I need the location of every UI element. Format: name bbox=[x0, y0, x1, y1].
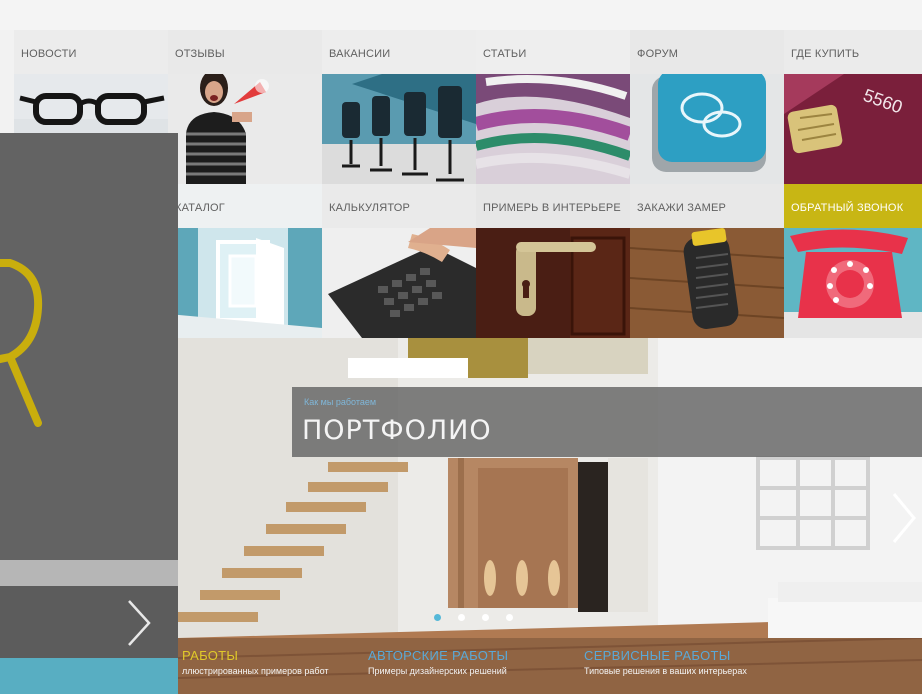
portfolio-subtitle: Как мы работаем bbox=[304, 397, 377, 407]
left-overlay-panel bbox=[0, 133, 178, 694]
magazine-icon bbox=[476, 74, 630, 184]
caption-author-works-subtitle: Примеры дизайнерских решений bbox=[368, 666, 507, 676]
left-panel-bottom-bar bbox=[0, 658, 178, 694]
chat-bubbles-icon bbox=[630, 74, 784, 184]
caption-works-subtitle: ллюстрированных примеров работ bbox=[182, 666, 329, 676]
left-panel-next-arrow-icon[interactable] bbox=[124, 598, 154, 648]
caption-service-works-subtitle: Типовые решения в ваших интерьерах bbox=[584, 666, 747, 676]
calculator-icon bbox=[322, 228, 476, 338]
tile-catalog[interactable]: КАТАЛОГ bbox=[168, 184, 322, 338]
tile-catalog-label: КАТАЛОГ bbox=[175, 202, 225, 214]
tile-vacancies[interactable]: ВАКАНСИИ bbox=[322, 30, 476, 184]
tile-reviews-label: ОТЗЫВЫ bbox=[175, 48, 225, 60]
tile-callback[interactable]: ОБРАТНЫЙ ЗВОНОК bbox=[784, 184, 922, 338]
caption-author-works-title: АВТОРСКИЕ РАБОТЫ bbox=[368, 648, 509, 663]
doors-corridor-icon bbox=[168, 228, 322, 338]
tile-news-label: НОВОСТИ bbox=[21, 48, 77, 60]
tile-callback-label: ОБРАТНЫЙ ЗВОНОК bbox=[791, 202, 904, 214]
slider-dots bbox=[434, 614, 513, 621]
caption-service-works-title: СЕРВИСНЫЕ РАБОТЫ bbox=[584, 648, 731, 663]
slider-dot-2[interactable] bbox=[458, 614, 465, 621]
slider-dot-4[interactable] bbox=[506, 614, 513, 621]
slider-dot-1[interactable] bbox=[434, 614, 441, 621]
credit-card-icon: 5560 bbox=[784, 74, 922, 184]
door-handle-icon bbox=[476, 228, 630, 338]
office-chairs-icon bbox=[322, 74, 476, 184]
tile-try-in-interior-label: ПРИМЕРЬ В ИНТЕРЬЕРЕ bbox=[483, 202, 621, 214]
caption-service-works[interactable]: СЕРВИСНЫЕ РАБОТЫ Типовые решения в ваших… bbox=[584, 648, 747, 676]
caption-works[interactable]: РАБОТЫ ллюстрированных примеров работ bbox=[182, 648, 329, 676]
tile-try-in-interior[interactable]: ПРИМЕРЬ В ИНТЕРЬЕРЕ bbox=[476, 184, 630, 338]
tile-where-to-buy-label: ГДЕ КУПИТЬ bbox=[791, 48, 860, 60]
tile-forum-label: ФОРУМ bbox=[637, 48, 679, 60]
tile-reviews[interactable]: ОТЗЫВЫ bbox=[168, 30, 322, 184]
tape-measure-icon bbox=[630, 228, 784, 338]
tile-forum[interactable]: ФОРУМ bbox=[630, 30, 784, 184]
megaphone-woman-icon bbox=[168, 74, 322, 184]
logo-letter-r bbox=[0, 259, 43, 427]
tile-order-measure[interactable]: ЗАКАЖИ ЗАМЕР bbox=[630, 184, 784, 338]
slider-dot-3[interactable] bbox=[482, 614, 489, 621]
tile-articles[interactable]: СТАТЬИ bbox=[476, 30, 630, 184]
tile-vacancies-label: ВАКАНСИИ bbox=[329, 48, 391, 60]
portfolio-banner[interactable]: Как мы работаем ПОРТФОЛИО bbox=[292, 387, 922, 457]
portfolio-title: ПОРТФОЛИО bbox=[302, 415, 492, 446]
slider-next-arrow-icon[interactable] bbox=[890, 492, 918, 544]
tile-calculator[interactable]: КАЛЬКУЛЯТОР bbox=[322, 184, 476, 338]
tile-calculator-label: КАЛЬКУЛЯТОР bbox=[329, 202, 411, 214]
caption-author-works[interactable]: АВТОРСКИЕ РАБОТЫ Примеры дизайнерских ре… bbox=[368, 648, 508, 676]
tile-articles-label: СТАТЬИ bbox=[483, 48, 527, 60]
caption-works-title: РАБОТЫ bbox=[182, 648, 239, 663]
left-panel-divider bbox=[0, 560, 178, 586]
top-band bbox=[0, 0, 922, 30]
tile-where-to-buy[interactable]: ГДЕ КУПИТЬ 5560 bbox=[784, 30, 922, 184]
tile-order-measure-label: ЗАКАЖИ ЗАМЕР bbox=[637, 202, 727, 214]
telephone-icon bbox=[784, 228, 922, 338]
